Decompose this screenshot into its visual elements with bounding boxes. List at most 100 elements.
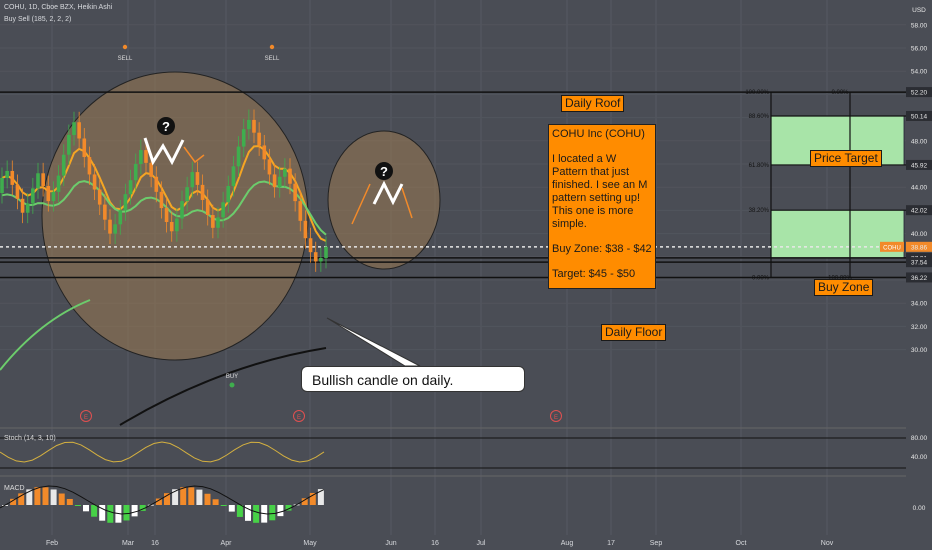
candle-body (92, 174, 97, 190)
analysis-note: COHU Inc (COHU) I located a W Pattern th… (548, 124, 656, 289)
macd-bar (34, 487, 41, 505)
fib-label: 61.80% (749, 163, 770, 169)
time-tick-label: Feb (46, 540, 58, 547)
candle-body (283, 168, 287, 177)
candle-body (103, 204, 107, 220)
price-tick-label: 45.92 (911, 162, 928, 169)
candle-body (51, 191, 56, 202)
candle-body (216, 217, 220, 228)
sell-signal-dot (122, 44, 128, 50)
candle-body (144, 150, 148, 163)
candle-body (113, 224, 117, 234)
time-tick-label: Mar (122, 540, 135, 547)
m-pattern-ellipse (327, 130, 441, 270)
bullish-candle-callout: Bullish candle on daily. (301, 366, 525, 392)
candle-body (277, 176, 282, 188)
candle-body (5, 170, 9, 178)
candle-body (164, 208, 169, 222)
symbol-line: COHU, 1D, Cboe BZX, Heikin Ashi (4, 4, 113, 11)
candle-body (200, 184, 205, 200)
price-tick-label: 37.54 (911, 260, 928, 267)
price-tick-label: 30.00 (911, 347, 928, 354)
macd-bar (74, 505, 81, 506)
symbol-tag: COHU (883, 245, 901, 251)
candle-body (56, 175, 61, 192)
macd-bar (66, 498, 73, 505)
time-tick-label: Jun (385, 540, 396, 547)
candle-body (205, 199, 210, 216)
macd-bar (204, 493, 211, 505)
candle-body (41, 173, 45, 187)
stoch-label: Stoch (14, 3, 10) (4, 435, 56, 442)
candle-body (108, 219, 112, 234)
macd-bar (188, 487, 195, 505)
price-chart[interactable]: 100.00%88.60%61.80%38.20%0.00%0.00%38.20… (0, 0, 932, 550)
time-tick-label: Aug (561, 540, 574, 547)
macd-bar (123, 505, 130, 521)
candle-body (185, 187, 189, 202)
macd-tick-label: 0.00 (913, 505, 926, 512)
note-buy: Buy Zone: $38 - $42 (552, 243, 652, 255)
candle-body (319, 257, 323, 262)
question-mark: ? (162, 119, 170, 134)
time-tick-label: 17 (607, 540, 615, 547)
buy-zone-label: Buy Zone (814, 279, 874, 296)
macd-bar (253, 505, 260, 523)
candle-body (257, 132, 261, 146)
macd-label: MACD (4, 485, 25, 492)
indicator-line: Buy Sell (185, 2, 2, 2) (4, 16, 72, 23)
price-tick-label: 54.00 (911, 69, 928, 76)
candle-body (31, 188, 35, 204)
candle-body (190, 172, 195, 188)
candle-body (97, 189, 102, 205)
price-tick-label: 42.02 (911, 208, 928, 215)
candle-body (72, 122, 76, 135)
macd-bar (180, 487, 187, 505)
candle-body (77, 122, 81, 139)
macd-bar (220, 505, 227, 506)
time-tick-label: Nov (821, 540, 834, 547)
time-tick-label: May (303, 540, 317, 547)
daily-floor-label: Daily Floor (601, 324, 667, 341)
question-mark: ? (380, 164, 388, 179)
candle-body (247, 119, 251, 130)
price-tick-label: 50.14 (911, 113, 928, 120)
fib-label: 100.00% (745, 90, 769, 96)
candle-body (272, 174, 277, 188)
candle-body (67, 135, 71, 155)
macd-bar (107, 505, 114, 523)
macd-bar (269, 505, 276, 521)
time-tick-label: Oct (736, 540, 747, 547)
fib-right-label: 0.00% (831, 90, 849, 96)
sell-signal-label: SELL (118, 56, 133, 62)
earnings-label: E (297, 415, 301, 421)
price-tick-label: 32.00 (911, 324, 928, 331)
time-tick-label: 16 (151, 540, 159, 547)
candle-body (293, 183, 297, 202)
candle-body (303, 220, 308, 239)
candle-body (236, 146, 241, 167)
macd-bar (42, 487, 49, 505)
macd-bar (50, 489, 57, 505)
candle-body (180, 201, 184, 219)
candle-body (118, 210, 123, 225)
macd-bar (228, 505, 235, 512)
time-tick-label: 16 (431, 540, 439, 547)
candle-body (159, 191, 164, 209)
candle-body (195, 172, 200, 185)
stoch-tick-label: 80.00 (911, 435, 928, 442)
candle-body (82, 138, 87, 158)
earnings-label: E (554, 415, 558, 421)
candle-body (0, 177, 4, 193)
stoch-tick-label: 40.00 (911, 454, 928, 461)
price-tick-label: 48.00 (911, 138, 928, 145)
candle-body (313, 252, 318, 262)
note-title: COHU Inc (COHU) (552, 128, 645, 140)
candle-body (308, 238, 313, 253)
candle-body (139, 150, 143, 164)
macd-bar (58, 493, 65, 505)
macd-bar (131, 505, 138, 517)
candle-body (262, 145, 267, 160)
note-body: I located a W Pattern that just finished… (552, 153, 648, 230)
price-tick-label: 34.00 (911, 301, 928, 308)
